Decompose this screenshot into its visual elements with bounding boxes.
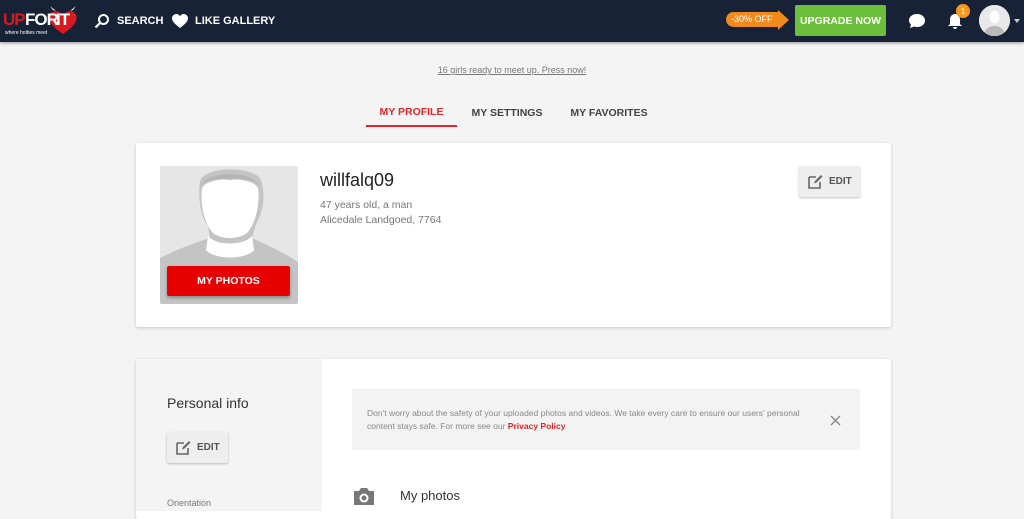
nav-search-label: SEARCH xyxy=(117,15,164,27)
logo-it: IT xyxy=(56,10,70,29)
heart-icon xyxy=(172,13,188,28)
avatar-silhouette-icon xyxy=(979,5,1010,36)
nav-search[interactable]: SEARCH xyxy=(94,0,163,42)
edit-icon xyxy=(808,174,823,189)
logo-tagline: where hotties meet xyxy=(5,30,48,36)
profile-tabs: MY PROFILE MY SETTINGS MY FAVORITES xyxy=(0,99,1024,127)
profile-username: willfalq09 xyxy=(320,170,395,190)
privacy-notice: Don't worry about the safety of your upl… xyxy=(352,389,860,450)
logo-up: UP xyxy=(3,10,26,29)
camera-icon xyxy=(352,486,376,511)
privacy-policy-link[interactable]: Privacy Policy xyxy=(508,421,566,431)
profile-age-gender: 47 years old, a man xyxy=(320,199,413,211)
user-avatar[interactable] xyxy=(979,5,1010,36)
nav-like-gallery-label: LIKE GALLERY xyxy=(195,15,276,27)
edit-icon xyxy=(176,440,191,455)
top-navigation-bar: UP FOR IT where hotties meet SEARCH LIKE… xyxy=(0,0,1024,42)
tab-my-settings[interactable]: MY SETTINGS xyxy=(465,99,549,127)
orientation-label: Orientation xyxy=(167,498,212,508)
girls-ready-promo-link[interactable]: 16 girls ready to meet up. Press now! xyxy=(0,65,1024,75)
edit-personal-info-label: EDIT xyxy=(197,442,220,453)
profile-location: Alicedale Landgoed, 7764 xyxy=(320,214,442,226)
upgrade-now-button[interactable]: UPGRADE NOW xyxy=(795,5,886,36)
nav-like-gallery[interactable]: LIKE GALLERY xyxy=(172,0,275,42)
edit-profile-button[interactable]: EDIT xyxy=(799,166,860,197)
logo-for: FOR xyxy=(25,10,59,29)
edit-profile-label: EDIT xyxy=(829,176,852,187)
close-icon xyxy=(830,415,841,426)
discount-promo-tag[interactable]: -30% OFF xyxy=(726,9,789,30)
chat-bubble-icon xyxy=(909,14,925,28)
my-photos-section-title: My photos xyxy=(400,488,460,503)
notification-count-badge: 1 xyxy=(956,4,970,18)
edit-personal-info-button[interactable]: EDIT xyxy=(167,432,228,463)
notice-message: Don't worry about the safety of your upl… xyxy=(367,408,800,431)
close-notice-button[interactable] xyxy=(830,413,841,431)
tab-my-profile[interactable]: MY PROFILE xyxy=(366,99,457,127)
my-photos-button[interactable]: MY PHOTOS xyxy=(167,266,290,296)
discount-label: -30% OFF xyxy=(726,12,778,27)
personal-info-sidebar: Personal info EDIT Orientation xyxy=(136,359,322,511)
search-icon xyxy=(94,14,109,29)
privacy-notice-text: Don't worry about the safety of your upl… xyxy=(367,407,807,433)
arrow-right-icon xyxy=(777,9,789,30)
personal-info-title: Personal info xyxy=(167,395,249,411)
account-menu-caret-icon[interactable] xyxy=(1014,19,1020,23)
tab-my-favorites[interactable]: MY FAVORITES xyxy=(563,99,655,127)
upforit-logo[interactable]: UP FOR IT where hotties meet xyxy=(3,4,79,38)
messages-button[interactable] xyxy=(906,0,928,42)
